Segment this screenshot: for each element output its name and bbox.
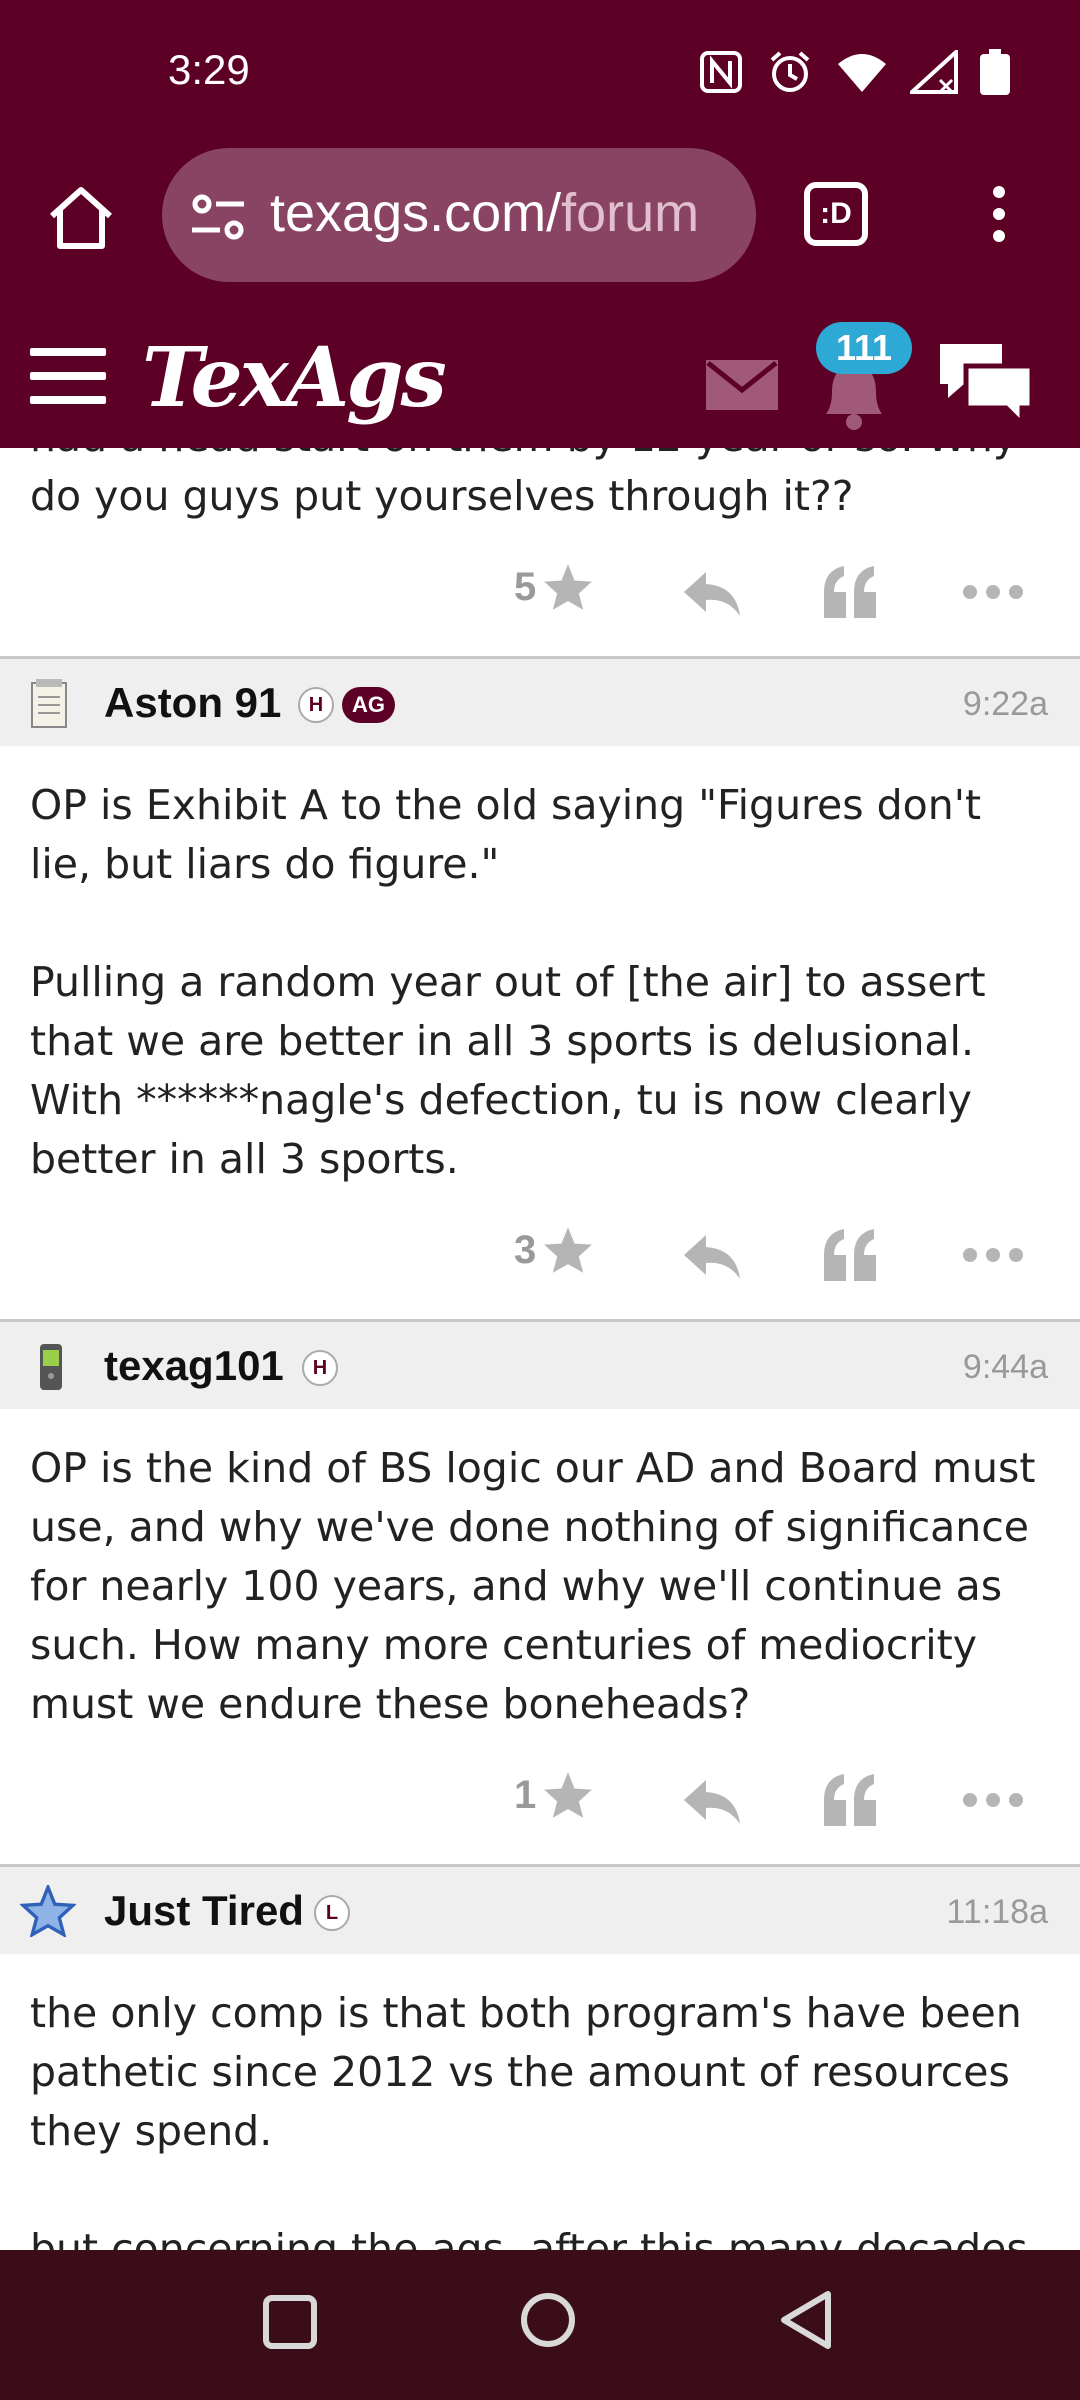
- post-paragraph: had a head start on them by 12 year or s…: [30, 448, 1017, 520]
- chat-icon[interactable]: [936, 340, 1036, 426]
- phone-avatar-icon[interactable]: [28, 1340, 72, 1392]
- post-actions: 5: [0, 526, 1080, 656]
- star-rating-button[interactable]: 3: [514, 1225, 594, 1275]
- username[interactable]: Just Tired: [104, 1887, 304, 1935]
- post-paragraph: OP is the kind of BS logic our AD and Bo…: [30, 1444, 1036, 1728]
- post: had a head start on them by 12 year or s…: [0, 448, 1080, 656]
- star-icon: [544, 564, 593, 610]
- post-actions: 3: [0, 1189, 1080, 1319]
- notification-badge[interactable]: 111: [816, 322, 912, 374]
- site-settings-icon[interactable]: [190, 192, 246, 242]
- quote-icon[interactable]: [822, 1772, 878, 1828]
- alarm-icon: [770, 51, 810, 92]
- system-nav-bar: [0, 2250, 1080, 2400]
- star-count: 3: [514, 1227, 537, 1272]
- star-rating-button[interactable]: 1: [514, 1770, 594, 1820]
- hamburger-menu-icon[interactable]: [30, 348, 106, 404]
- post-paragraph: but concerning the ags, after this many …: [30, 2225, 1028, 2250]
- status-bar: 3:29: [0, 0, 1080, 140]
- status-icons: [698, 48, 1010, 96]
- mail-icon[interactable]: [706, 360, 778, 410]
- wifi-icon: [838, 54, 886, 92]
- url-bar[interactable]: texags.com/forum: [162, 148, 756, 282]
- reply-icon[interactable]: [682, 570, 742, 620]
- post-body: had a head start on them by 12 year or s…: [0, 448, 1080, 526]
- star-icon: [544, 1772, 593, 1818]
- more-horiz-icon[interactable]: [962, 1247, 1024, 1263]
- post-body: OP is Exhibit A to the old saying "Figur…: [0, 776, 1080, 1189]
- more-horiz-icon[interactable]: [962, 584, 1024, 600]
- post: Just Tired L 11:18a the only comp is tha…: [0, 1864, 1080, 2250]
- star-icon: [544, 1227, 593, 1273]
- thread-content: had a head start on them by 12 year or s…: [0, 448, 1080, 2250]
- home-icon[interactable]: [46, 182, 116, 252]
- signal-icon: [910, 50, 958, 94]
- user-badges: L: [314, 1895, 350, 1931]
- user-badges: H: [302, 1350, 338, 1386]
- url-path: forum: [561, 183, 700, 243]
- more-vert-icon[interactable]: [984, 184, 1014, 244]
- badge-h: H: [298, 687, 334, 723]
- badge-ag: AG: [342, 687, 395, 723]
- star-count: 5: [514, 564, 537, 609]
- url-host: texags.com/: [270, 183, 562, 243]
- nfc-icon: [700, 51, 742, 93]
- reply-icon[interactable]: [682, 1778, 742, 1828]
- browser-toolbar: texags.com/forum :D: [0, 140, 1080, 286]
- star-rating-button[interactable]: 5: [514, 562, 594, 612]
- more-horiz-icon[interactable]: [962, 1792, 1024, 1808]
- quote-icon[interactable]: [822, 1227, 878, 1283]
- post-paragraph: OP is Exhibit A to the old saying "Figur…: [30, 781, 982, 888]
- screen: 3:29 texags.com/forum :D TexAgs 111 do y…: [0, 0, 1080, 2400]
- post-paragraph: the only comp is that both program's hav…: [30, 1989, 1022, 2155]
- status-time: 3:29: [168, 46, 250, 93]
- reply-icon[interactable]: [682, 1233, 742, 1283]
- post-body: the only comp is that both program's hav…: [0, 1984, 1080, 2250]
- site-header: TexAgs 111: [0, 286, 1080, 448]
- badge-h: H: [302, 1350, 338, 1386]
- post-header: Just Tired L 11:18a: [0, 1864, 1080, 1954]
- post-header: Aston 91 H AG 9:22a: [0, 656, 1080, 746]
- post-time[interactable]: 9:22a: [963, 685, 1048, 724]
- post-header: texag101 H 9:44a: [0, 1319, 1080, 1409]
- url-text[interactable]: texags.com/forum: [270, 182, 699, 244]
- notepad-avatar-icon[interactable]: [28, 677, 72, 729]
- username[interactable]: texag101: [104, 1342, 284, 1390]
- star-count: 1: [514, 1772, 537, 1817]
- tab-switcher-button[interactable]: :D: [804, 182, 868, 246]
- post-time[interactable]: 9:44a: [963, 1348, 1048, 1387]
- recents-icon[interactable]: [262, 2294, 318, 2350]
- star-avatar-icon[interactable]: [20, 1885, 76, 1937]
- back-icon[interactable]: [778, 2290, 834, 2350]
- post-paragraph: Pulling a random year out of [the air] t…: [30, 958, 986, 1183]
- home-nav-icon[interactable]: [518, 2290, 578, 2350]
- battery-icon: [980, 49, 1010, 95]
- post-time[interactable]: 11:18a: [947, 1893, 1048, 1932]
- quote-icon[interactable]: [822, 564, 878, 620]
- post-body: OP is the kind of BS logic our AD and Bo…: [0, 1439, 1080, 1734]
- post: Aston 91 H AG 9:22a OP is Exhibit A to t…: [0, 656, 1080, 1319]
- texags-logo[interactable]: TexAgs: [142, 330, 447, 426]
- post: texag101 H 9:44a OP is the kind of BS lo…: [0, 1319, 1080, 1864]
- username[interactable]: Aston 91: [104, 679, 281, 727]
- user-badges: H AG: [298, 687, 395, 723]
- badge-l: L: [314, 1895, 350, 1931]
- post-actions: 1: [0, 1734, 1080, 1864]
